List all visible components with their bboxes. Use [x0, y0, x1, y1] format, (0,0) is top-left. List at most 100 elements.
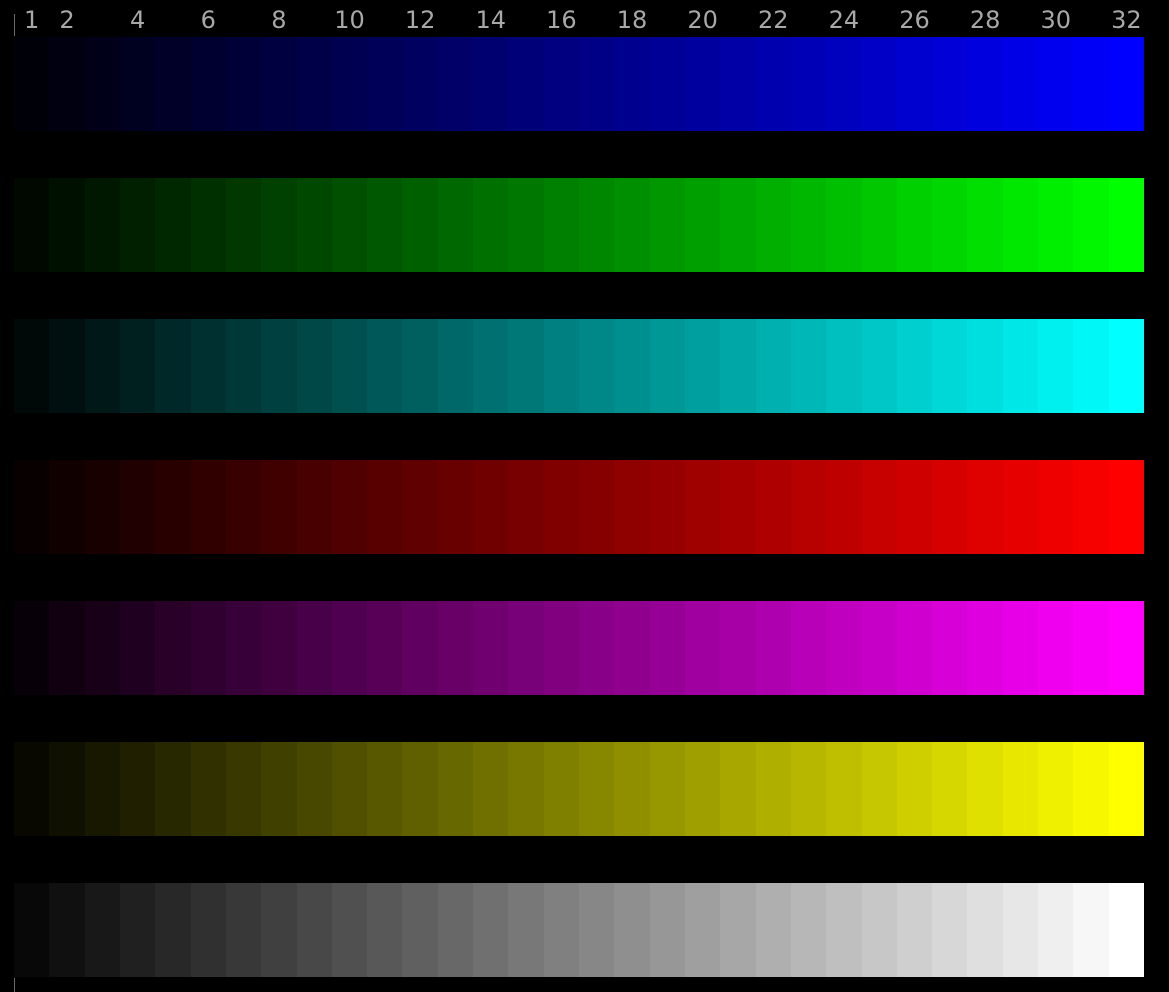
blue-step-3 [84, 37, 120, 131]
color-bar-yellow [14, 742, 1144, 836]
red-step-21 [720, 460, 756, 554]
yellow-step-15 [508, 742, 544, 836]
yellow-step-29 [1002, 742, 1039, 836]
color-bar-blue [14, 37, 1144, 131]
step-label-16: 16 [546, 6, 577, 34]
gray-step-30 [1038, 883, 1074, 977]
gray-step-29 [1002, 883, 1039, 977]
green-step-23 [790, 178, 827, 272]
cyan-step-18 [614, 319, 650, 413]
blue-step-6 [190, 37, 226, 131]
cyan-step-8 [261, 319, 297, 413]
green-step-2 [49, 178, 85, 272]
red-step-25 [861, 460, 897, 554]
cyan-step-2 [49, 319, 85, 413]
red-step-22 [755, 460, 791, 554]
blue-step-20 [684, 37, 721, 131]
blue-step-2 [49, 37, 85, 131]
red-step-5 [155, 460, 191, 554]
gray-step-13 [437, 883, 474, 977]
green-step-12 [402, 178, 438, 272]
green-step-10 [331, 178, 368, 272]
green-step-21 [720, 178, 756, 272]
cyan-step-28 [967, 319, 1003, 413]
green-step-15 [508, 178, 544, 272]
magenta-step-15 [508, 601, 544, 695]
yellow-step-28 [967, 742, 1003, 836]
yellow-step-10 [331, 742, 368, 836]
cyan-step-25 [861, 319, 897, 413]
step-label-28: 28 [969, 6, 1001, 34]
blue-step-19 [649, 37, 685, 131]
step-label-30: 30 [1040, 6, 1071, 34]
cyan-step-12 [402, 319, 438, 413]
magenta-step-7 [225, 601, 262, 695]
cyan-step-14 [473, 319, 509, 413]
yellow-step-24 [826, 742, 862, 836]
blue-step-23 [790, 37, 827, 131]
green-step-26 [896, 178, 933, 272]
step-label-26: 26 [899, 6, 930, 34]
green-step-18 [614, 178, 650, 272]
magenta-step-19 [649, 601, 685, 695]
blue-step-18 [614, 37, 650, 131]
gray-step-12 [402, 883, 438, 977]
green-step-1 [14, 178, 50, 272]
red-step-18 [614, 460, 650, 554]
yellow-step-1 [14, 742, 50, 836]
blue-step-28 [967, 37, 1003, 131]
cyan-step-22 [755, 319, 791, 413]
magenta-step-9 [296, 601, 332, 695]
yellow-step-4 [119, 742, 156, 836]
blue-step-10 [331, 37, 368, 131]
green-step-24 [826, 178, 862, 272]
step-label-10: 10 [334, 6, 365, 34]
magenta-step-17 [579, 601, 615, 695]
green-step-3 [84, 178, 120, 272]
yellow-step-11 [367, 742, 403, 836]
magenta-step-26 [896, 601, 933, 695]
cyan-step-4 [119, 319, 156, 413]
gray-step-5 [155, 883, 191, 977]
green-step-17 [579, 178, 615, 272]
cyan-step-29 [1002, 319, 1039, 413]
yellow-step-16 [543, 742, 579, 836]
blue-step-26 [896, 37, 933, 131]
red-step-10 [331, 460, 368, 554]
magenta-step-21 [720, 601, 756, 695]
color-bar-red [14, 460, 1144, 554]
blue-step-29 [1002, 37, 1039, 131]
step-label-1: 1 [24, 6, 40, 34]
yellow-step-5 [155, 742, 191, 836]
magenta-step-13 [437, 601, 474, 695]
yellow-step-19 [649, 742, 685, 836]
gray-step-26 [896, 883, 933, 977]
magenta-step-12 [402, 601, 438, 695]
cyan-step-13 [437, 319, 474, 413]
step-number-ruler: 1 2 4 6 8 10 12 14 16 18 20 22 24 26 28 30 32 [0, 0, 1169, 36]
cyan-step-23 [790, 319, 827, 413]
green-step-25 [861, 178, 897, 272]
green-step-19 [649, 178, 685, 272]
blue-step-5 [155, 37, 191, 131]
green-step-29 [1002, 178, 1039, 272]
red-step-3 [84, 460, 120, 554]
gray-step-21 [720, 883, 756, 977]
green-step-20 [684, 178, 721, 272]
blue-step-12 [402, 37, 438, 131]
red-step-8 [261, 460, 297, 554]
yellow-step-30 [1038, 742, 1074, 836]
red-step-16 [543, 460, 579, 554]
blue-step-32 [1108, 37, 1144, 131]
gray-step-27 [932, 883, 968, 977]
magenta-step-24 [826, 601, 862, 695]
red-step-30 [1038, 460, 1074, 554]
magenta-step-10 [331, 601, 368, 695]
yellow-step-26 [896, 742, 933, 836]
gray-step-3 [84, 883, 120, 977]
cyan-step-31 [1073, 319, 1109, 413]
magenta-step-23 [790, 601, 827, 695]
red-step-24 [826, 460, 862, 554]
yellow-step-23 [790, 742, 827, 836]
gray-step-10 [331, 883, 368, 977]
